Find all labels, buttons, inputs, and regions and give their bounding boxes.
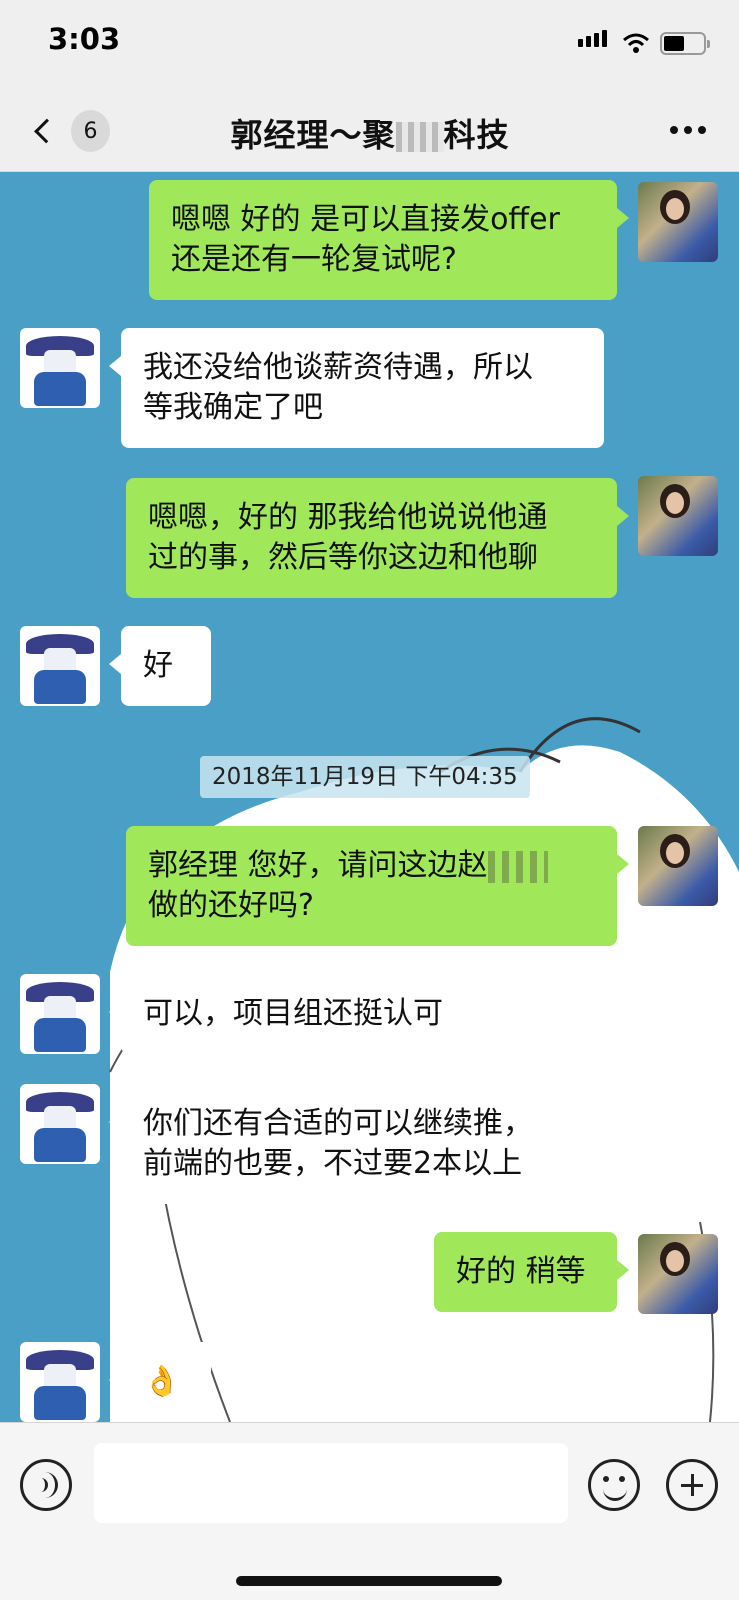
- contact-avatar[interactable]: [20, 974, 100, 1054]
- my-avatar[interactable]: [638, 826, 718, 906]
- chat-title: 郭经理～聚 科技: [130, 110, 610, 156]
- my-avatar[interactable]: [638, 476, 718, 556]
- message-bubble-received[interactable]: 可以，项目组还挺认可: [109, 974, 591, 1054]
- message-bubble-sent[interactable]: 好的 稍等: [434, 1232, 629, 1312]
- message-bubble-sent[interactable]: 嗯嗯，好的 那我给他说说他通 过的事，然后等你这边和他聊: [126, 478, 629, 598]
- redacted-text: [395, 122, 444, 152]
- message-bubble-received[interactable]: 好: [109, 626, 211, 706]
- chat-title-prefix: 郭经理～聚: [230, 116, 396, 154]
- chat-area[interactable]: 嗯嗯 好的 是可以直接发offer 还是还有一轮复试呢? 我还没给他谈薪资待遇，…: [0, 172, 739, 1422]
- message-input-bar: [0, 1422, 739, 1600]
- voice-icon[interactable]: [20, 1459, 72, 1511]
- contact-avatar[interactable]: [20, 1342, 100, 1422]
- chevron-left-icon: [34, 118, 59, 144]
- message-bubble-received[interactable]: 👌: [109, 1342, 211, 1422]
- message-input[interactable]: [94, 1443, 568, 1523]
- status-time: 3:03: [48, 22, 121, 56]
- my-avatar[interactable]: [638, 182, 718, 262]
- back-button[interactable]: 6: [30, 108, 110, 154]
- more-icon[interactable]: [670, 126, 706, 134]
- signal-icon: [578, 30, 607, 47]
- contact-avatar[interactable]: [20, 328, 100, 408]
- plus-icon[interactable]: [666, 1459, 718, 1511]
- emoji-icon[interactable]: [588, 1459, 640, 1511]
- unread-count-badge: 6: [70, 110, 110, 152]
- contact-avatar[interactable]: [20, 626, 100, 706]
- chat-header: 6 郭经理～聚 科技: [0, 90, 739, 172]
- my-avatar[interactable]: [638, 1234, 718, 1314]
- message-timestamp: 2018年11月19日 下午04:35: [200, 756, 530, 798]
- battery-icon: [660, 32, 710, 55]
- home-indicator[interactable]: [236, 1576, 502, 1586]
- status-bar: 3:03: [0, 0, 739, 90]
- redacted-text: [487, 850, 548, 883]
- contact-avatar[interactable]: [20, 1084, 100, 1164]
- wifi-icon: [623, 33, 649, 53]
- message-bubble-received[interactable]: 我还没给他谈薪资待遇，所以 等我确定了吧: [109, 328, 604, 448]
- chat-title-suffix: 科技: [443, 116, 510, 154]
- message-bubble-sent[interactable]: 郭经理 您好，请问这边赵 做的还好吗?: [126, 826, 629, 946]
- message-bubble-sent[interactable]: 嗯嗯 好的 是可以直接发offer 还是还有一轮复试呢?: [149, 180, 629, 300]
- message-bubble-received[interactable]: 你们还有合适的可以继续推， 前端的也要，不过要2本以上: [109, 1084, 591, 1204]
